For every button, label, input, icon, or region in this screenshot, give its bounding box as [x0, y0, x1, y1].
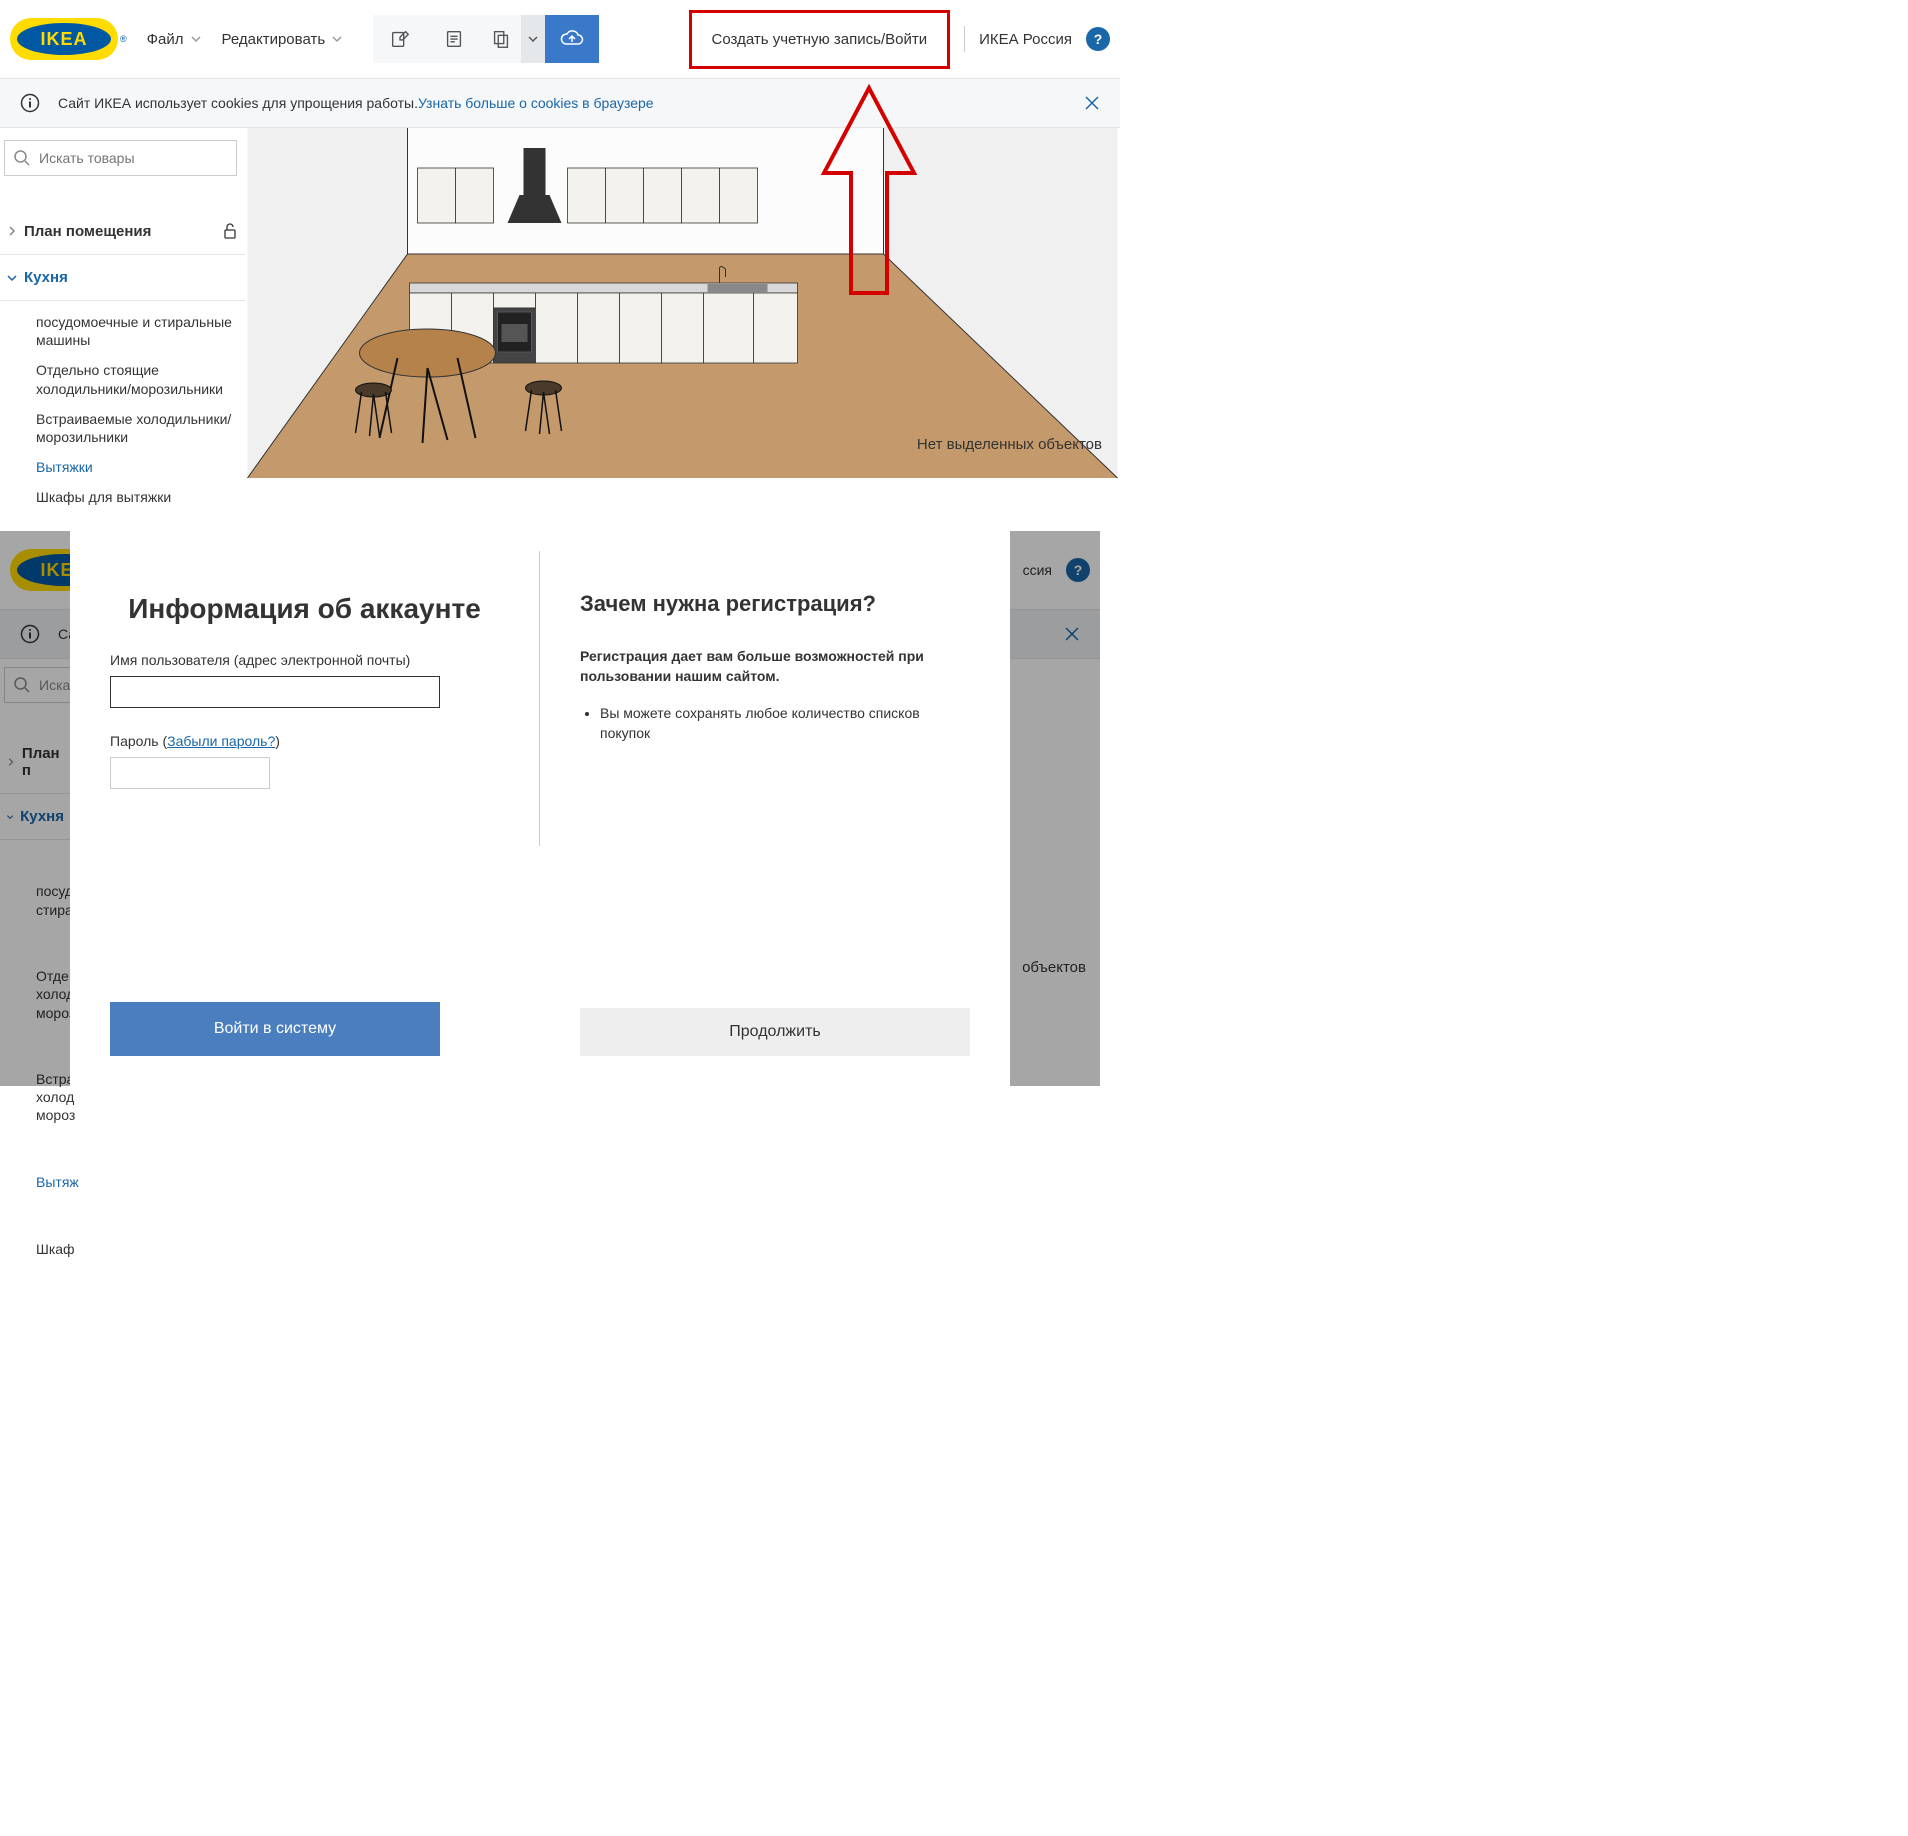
divider: [964, 26, 965, 52]
cookie-text: Сайт ИКЕА использует cookies для упрощен…: [58, 95, 418, 111]
kitchen-3d-view: [245, 128, 1120, 523]
search-icon: [13, 149, 31, 167]
cookie-learn-more-link[interactable]: Узнать больше о cookies в браузере: [418, 95, 654, 111]
login-button[interactable]: Войти в систему: [110, 1002, 440, 1056]
continue-button[interactable]: Продолжить: [580, 1008, 970, 1056]
pencil-icon: [389, 28, 411, 50]
chevron-down-icon: [331, 33, 343, 45]
menu-file[interactable]: Файл: [147, 31, 202, 48]
benefit-item: Вы можете сохранять любое количество спи…: [600, 704, 970, 743]
edit-tool-button[interactable]: [373, 15, 427, 63]
modal-title-right: Зачем нужна регистрация?: [580, 591, 970, 617]
modal-subtext: Регистрация дает вам больше возможностей…: [580, 647, 970, 686]
category-item[interactable]: Шкафы для вытяжки: [30, 482, 245, 512]
category-list[interactable]: посудомоечные и стиральные машины Отдель…: [0, 300, 245, 523]
chevron-down-icon: [190, 33, 202, 45]
region-link[interactable]: ИКЕА Россия: [979, 31, 1072, 48]
category-item[interactable]: Встраиваемые холодильники/морозильники: [30, 404, 245, 452]
chevron-down-icon: [6, 272, 18, 284]
category-item[interactable]: Вытяжки: [30, 452, 245, 482]
chevron-down-icon: [528, 34, 538, 44]
category-item[interactable]: Отдельно стоящие холодильники/морозильни…: [30, 355, 245, 403]
unlock-icon[interactable]: [221, 222, 239, 240]
close-icon[interactable]: [1084, 95, 1100, 111]
design-canvas[interactable]: Нет выделенных объектов: [245, 128, 1120, 523]
signin-link[interactable]: Создать учетную запись/Войти: [689, 10, 951, 69]
chevron-right-icon: [6, 225, 18, 237]
panel-kitchen[interactable]: Кухня: [0, 255, 245, 300]
ikea-logo[interactable]: IKEA ®: [10, 18, 127, 60]
notes-icon: [443, 28, 465, 50]
cloud-upload-icon: [559, 28, 585, 50]
app-header: IKEA ® Файл Редактировать: [0, 0, 1120, 78]
sidebar: План помещения Кухня посудомоечные и сти…: [0, 128, 245, 523]
info-icon: [20, 93, 40, 113]
copy-dropdown[interactable]: [521, 15, 545, 63]
help-button[interactable]: ?: [1086, 27, 1110, 51]
category-item[interactable]: посудомоечные и стиральные машины: [30, 307, 245, 355]
password-label: Пароль (Забыли пароль?): [110, 733, 499, 749]
notes-button[interactable]: [427, 15, 481, 63]
username-field[interactable]: [110, 676, 440, 708]
search-input[interactable]: [4, 140, 237, 176]
copy-button[interactable]: [481, 15, 521, 63]
cloud-save-button[interactable]: [545, 15, 599, 63]
menu-edit[interactable]: Редактировать: [222, 31, 344, 48]
password-field[interactable]: [110, 757, 270, 789]
cookie-banner: Сайт ИКЕА использует cookies для упрощен…: [0, 78, 1120, 128]
username-label: Имя пользователя (адрес электронной почт…: [110, 652, 499, 668]
forgot-password-link[interactable]: Забыли пароль?: [167, 733, 275, 749]
copy-icon: [490, 28, 512, 50]
panel-room-plan[interactable]: План помещения: [0, 208, 245, 255]
modal-title-left: Информация об аккаунте: [110, 591, 499, 627]
login-modal: Информация об аккаунте Имя пользователя …: [70, 531, 1010, 1086]
selection-status: Нет выделенных объектов: [917, 436, 1102, 453]
